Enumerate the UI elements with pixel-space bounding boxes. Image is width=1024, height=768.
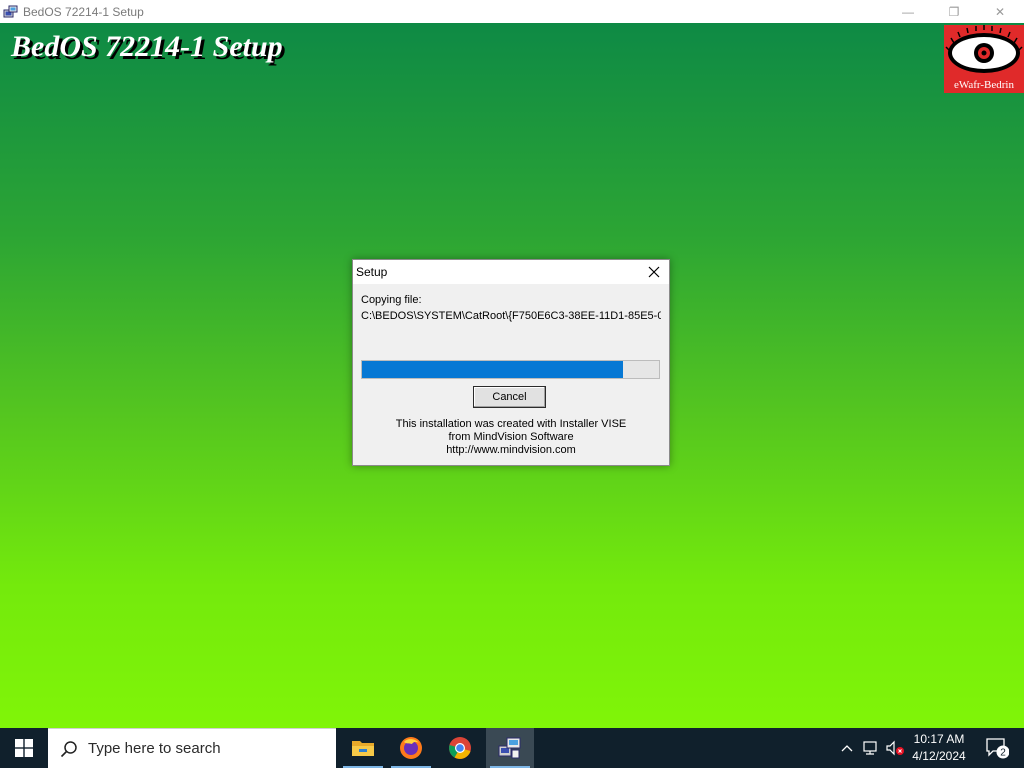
volume-tray-button[interactable] xyxy=(884,728,906,768)
network-tray-button[interactable] xyxy=(860,728,882,768)
restore-button[interactable]: ❐ xyxy=(931,0,977,23)
dialog-close-button[interactable] xyxy=(639,260,669,284)
dialog-title: Setup xyxy=(356,265,388,279)
taskbar-chrome[interactable] xyxy=(436,728,484,768)
restore-icon: ❐ xyxy=(948,4,960,19)
volume-muted-icon xyxy=(886,740,904,756)
setup-app-icon xyxy=(3,5,18,17)
copying-label: Copying file: xyxy=(361,294,422,306)
vendor-logo: eWafr-Bedrin xyxy=(944,25,1024,93)
window-titlebar: BedOS 72214-1 Setup — ❐ ✕ xyxy=(0,0,1024,23)
chrome-icon xyxy=(449,737,471,759)
window-title: BedOS 72214-1 Setup xyxy=(23,4,144,19)
taskbar: Type here to search 10:17 AM 4/12/2024 2 xyxy=(0,728,1024,768)
minimize-button[interactable]: — xyxy=(885,0,931,23)
copying-path: C:\BEDOS\SYSTEM\CatRoot\{F750E6C3-38EE-1… xyxy=(361,310,661,322)
setup-dialog: Setup Copying file: C:\BEDOS\SYSTEM\CatR… xyxy=(352,259,670,466)
taskbar-clock[interactable]: 10:17 AM 4/12/2024 xyxy=(904,731,974,765)
network-icon xyxy=(863,741,877,755)
progress-fill xyxy=(362,361,624,378)
eye-logo-icon xyxy=(945,25,1023,73)
cancel-button[interactable]: Cancel xyxy=(473,386,546,408)
credits-line-3: http://www.mindvision.com xyxy=(446,444,576,456)
minimize-icon: — xyxy=(902,4,914,19)
credits-line-1: This installation was created with Insta… xyxy=(395,418,627,430)
file-explorer-icon xyxy=(352,741,374,756)
credits-line-2: from MindVision Software xyxy=(448,431,574,443)
logo-caption: eWafr-Bedrin xyxy=(954,79,1014,91)
firefox-icon xyxy=(400,737,422,759)
chevron-up-icon xyxy=(841,745,853,752)
notification-icon: 2 xyxy=(986,738,1009,759)
windows-logo-icon xyxy=(15,739,33,757)
setup-heading: BedOS 72214-1 Setup xyxy=(11,30,283,63)
start-button[interactable] xyxy=(0,728,48,768)
show-hidden-icons-button[interactable] xyxy=(836,728,858,768)
taskbar-firefox[interactable] xyxy=(387,728,435,768)
notification-count: 2 xyxy=(1000,748,1006,759)
close-icon xyxy=(648,266,660,278)
search-placeholder: Type here to search xyxy=(88,740,221,757)
action-center-button[interactable]: 2 xyxy=(976,728,1018,768)
progress-bar xyxy=(361,360,660,379)
close-icon: ✕ xyxy=(994,4,1006,19)
clock-date: 4/12/2024 xyxy=(912,749,966,763)
installer-credits: This installation was created with Insta… xyxy=(353,418,669,457)
dialog-titlebar: Setup xyxy=(353,260,669,284)
setup-installer-icon xyxy=(498,737,521,759)
close-window-button[interactable]: ✕ xyxy=(977,0,1023,23)
taskbar-search-box[interactable]: Type here to search xyxy=(48,728,336,768)
taskbar-file-explorer[interactable] xyxy=(339,728,387,768)
clock-time: 10:17 AM xyxy=(913,732,965,746)
search-icon xyxy=(60,740,77,757)
taskbar-setup-installer[interactable] xyxy=(486,728,534,768)
